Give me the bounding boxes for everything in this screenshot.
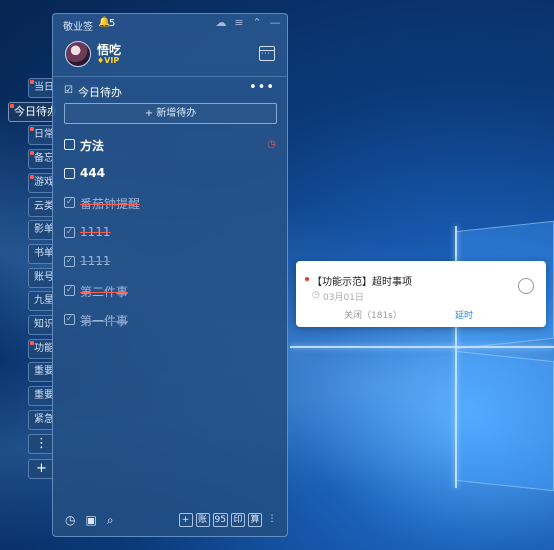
complete-radio[interactable] [518,278,534,294]
todo-checkbox[interactable] [64,168,75,180]
menu-icon[interactable]: ≡ [233,16,245,29]
todo-text: 第二件事 [80,285,129,299]
todo-text: 方法 [80,139,105,153]
todo-panel: 敬业签 🔔 5 ☁ ≡ ⌃ — 悟吃 ♦VIP ☑ 今日待办 ••• + 新增待… [52,13,288,537]
category-tab[interactable]: 游戏 [28,172,54,193]
toolbar-button[interactable]: ⋮ [265,513,279,527]
inbox-icon[interactable]: ▣ [85,513,96,528]
category-tab[interactable]: 云类 [28,196,54,217]
category-tab[interactable]: 账号 [28,267,54,288]
more-tabs-button[interactable]: ⋮ [28,433,54,454]
todo-checkbox[interactable]: ✓ [64,285,75,296]
delay-button[interactable]: 延时 [455,308,473,321]
checklist-icon: ☑ [64,85,73,96]
category-tab[interactable]: 重要 [28,362,54,383]
todo-checkbox[interactable]: ✓ [64,255,75,267]
todo-checkbox[interactable]: ✓ [64,197,75,209]
search-icon[interactable]: ⌕ [107,513,114,528]
light-ray [290,346,554,348]
category-tab[interactable]: 功能 [28,338,54,359]
todo-text: 1111 [80,224,111,239]
category-tab[interactable]: 日常 [28,125,54,146]
todo-item[interactable]: ✓ 第二件事 [64,282,278,302]
toolbar-button[interactable]: + [178,513,193,527]
todo-text: 444 [80,166,106,181]
category-tab[interactable]: 书单 [28,243,54,264]
todo-item[interactable]: 方法 ◷ [64,136,278,156]
toolbar-button[interactable]: 95 [212,513,228,527]
bottom-toolbar: ◷ ▣ ⌕ + 账 95 印算 ⋮ [53,506,287,536]
todo-item[interactable]: ✓ 1111 [64,253,278,273]
avatar[interactable] [65,41,91,67]
collapse-icon[interactable]: ⌃ [251,16,263,29]
clock-icon: ◷ [312,290,320,300]
todo-checkbox[interactable]: ✓ [64,226,75,238]
toolbar-button[interactable]: 算 [248,513,262,527]
todo-item[interactable]: 444 [64,165,278,185]
todo-checkbox[interactable] [64,139,75,150]
add-category-button[interactable]: + [28,459,54,480]
category-tab[interactable]: 重要 [28,386,54,407]
clock-icon[interactable]: ◷ [65,513,75,528]
category-tab[interactable]: 今日待办 [8,101,56,122]
notification-count: 5 [109,18,116,29]
divider [53,76,287,77]
app-name: 敬业签 [63,22,93,33]
more-options-icon[interactable]: ••• [249,80,275,95]
todo-item[interactable]: ✓ 番茄钟提醒 [64,194,278,214]
toolbar-button[interactable]: 印 [231,513,245,527]
todo-item[interactable]: ✓ 1111 [64,224,278,244]
reminder-notification: 【功能示范】超时事项 ◷ 03月01日 关闭（181s） 延时 [296,261,546,327]
reminder-clock-icon: ◷ [267,139,276,150]
todo-checkbox[interactable]: ✓ [64,314,75,326]
todo-text: 番茄钟提醒 [80,197,141,212]
minimize-icon[interactable]: — [269,16,281,29]
add-todo-button[interactable]: + 新增待办 [64,103,277,124]
windows-logo-pane [455,350,554,492]
vip-badge: ♦VIP [97,56,120,65]
category-tab[interactable]: 当日 [28,78,54,98]
category-tab[interactable]: 备忘 [28,149,54,170]
toolbar-button[interactable]: 账 [195,513,210,527]
calendar-icon[interactable] [259,46,275,61]
category-tab[interactable]: 九星 [28,291,54,312]
category-tab[interactable]: 知识 [28,315,54,335]
notification-title: 【功能示范】超时事项 [312,277,412,288]
category-tab[interactable]: 影单 [28,220,54,241]
window-controls: ☁ ≡ ⌃ — [215,16,281,29]
close-button[interactable]: 关闭（181s） [344,308,402,321]
notification-date: 03月01日 [323,293,364,303]
category-tab[interactable]: 紧急 [28,409,54,430]
todo-item[interactable]: ✓ 第一件事 [64,311,278,331]
bottom-left-tools: ◷ ▣ ⌕ [65,513,114,528]
todo-text: 1111 [80,253,111,268]
priority-dot [305,277,309,281]
title-bar[interactable]: 敬业签 🔔 5 ☁ ≡ ⌃ — [53,14,287,34]
todo-text: 第一件事 [80,314,129,329]
cloud-icon[interactable]: ☁ [215,16,227,29]
bottom-right-tools: + 账 95 印算 ⋮ [178,513,279,527]
section-title: 今日待办 [78,86,122,99]
vip-label: VIP [104,56,120,65]
